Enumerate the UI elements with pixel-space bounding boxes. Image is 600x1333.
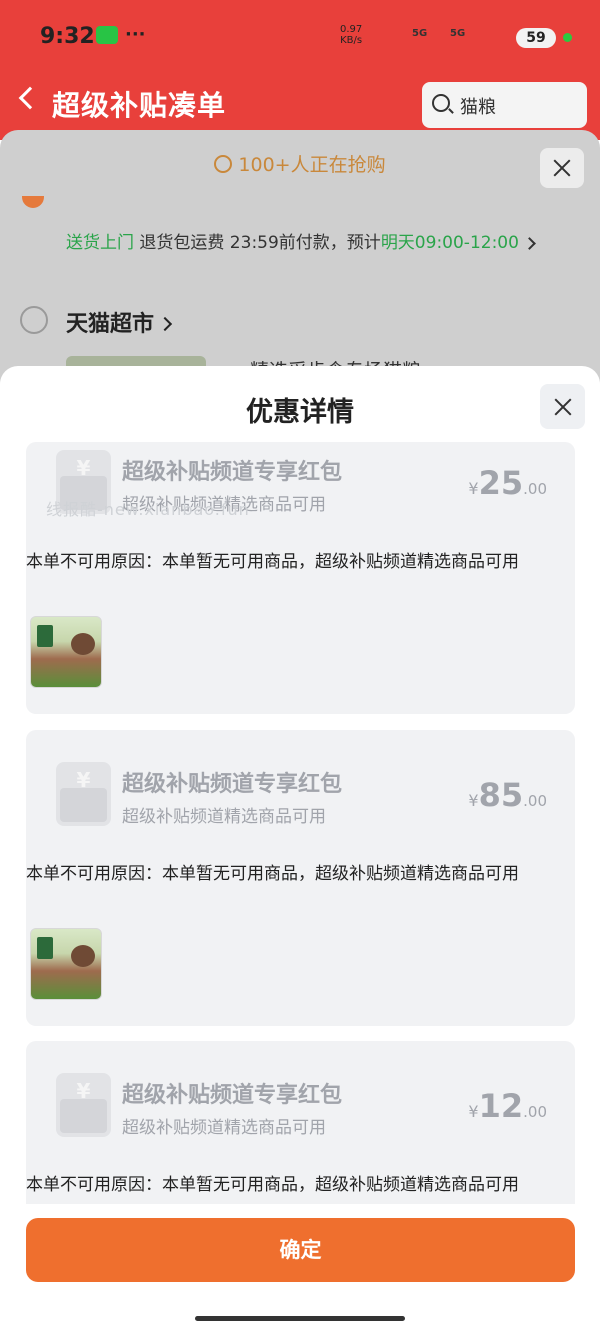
coupon-card: ¥ 超级补贴频道专享红包 超级补贴频道精选商品可用 ¥85.00 本单不可用原因… bbox=[26, 730, 575, 1026]
coupon-title: 超级补贴频道专享红包 bbox=[122, 460, 343, 485]
delivery-text: 退货包运费 23:59前付款，预计 bbox=[139, 233, 381, 253]
delivery-tag: 送货上门 bbox=[66, 233, 134, 253]
product-thumbnail[interactable] bbox=[30, 928, 102, 1000]
network-speed: 0.97 KB/s bbox=[340, 24, 362, 46]
promo-text: 100+人正在抢购 bbox=[238, 154, 386, 176]
alarm-clock-icon bbox=[214, 155, 233, 173]
signal-5g-1: 5G bbox=[412, 28, 428, 39]
coupon-title: 超级补贴频道专享红包 bbox=[122, 772, 343, 797]
privacy-indicator-icon bbox=[563, 33, 572, 42]
red-packet-icon: ¥ bbox=[56, 1073, 111, 1137]
promo-banner: 100+人正在抢购 bbox=[0, 150, 600, 177]
promo-close-button[interactable] bbox=[540, 148, 584, 188]
product-thumbnail[interactable] bbox=[30, 616, 102, 688]
coupon-list[interactable]: ¥ 超级补贴频道专享红包 超级补贴频道精选商品可用 ¥25.00 本单不可用原因… bbox=[0, 442, 600, 1204]
signal-5g-2: 5G bbox=[450, 28, 466, 39]
coupon-amount: ¥12.00 bbox=[468, 1087, 547, 1125]
top-bar: 9:32 ··· 0.97 KB/s 5G 5G 59 超级补贴凑单 猫粮 bbox=[0, 0, 600, 140]
coupon-amount: ¥85.00 bbox=[468, 776, 547, 814]
search-text: 猫粮 bbox=[460, 97, 496, 118]
coupon-card: ¥ 超级补贴频道专享红包 超级补贴频道精选商品可用 ¥25.00 本单不可用原因… bbox=[26, 442, 575, 714]
store-name[interactable]: 天猫超市 bbox=[66, 306, 173, 338]
coupon-subtitle: 超级补贴频道精选商品可用 bbox=[122, 807, 326, 827]
more-notifications-icon: ··· bbox=[125, 24, 146, 45]
wechat-icon bbox=[96, 26, 118, 44]
network-speed-unit: KB/s bbox=[340, 35, 363, 46]
watermark: 线报酷-new.xianbao.fun bbox=[46, 500, 250, 519]
coupon-title: 超级补贴频道专享红包 bbox=[122, 1083, 343, 1108]
page-title: 超级补贴凑单 bbox=[52, 89, 227, 122]
status-time: 9:32 bbox=[40, 24, 95, 49]
chevron-right-icon bbox=[523, 237, 536, 250]
delivery-eta: 明天09:00-12:00 bbox=[380, 233, 519, 253]
coupon-subtitle: 超级补贴频道精选商品可用 bbox=[122, 1118, 326, 1138]
store-radio[interactable] bbox=[20, 306, 48, 334]
unavailable-reason: 本单不可用原因：本单暂无可用商品，超级补贴频道精选商品可用 bbox=[26, 864, 519, 884]
search-icon bbox=[432, 94, 450, 112]
coupon-amount: ¥25.00 bbox=[468, 464, 547, 502]
modal-close-button[interactable] bbox=[540, 384, 585, 429]
unavailable-reason: 本单不可用原因：本单暂无可用商品，超级补贴频道精选商品可用 bbox=[26, 1175, 519, 1195]
modal-title: 优惠详情 bbox=[246, 397, 354, 428]
store-name-label: 天猫超市 bbox=[66, 312, 155, 337]
back-icon[interactable] bbox=[18, 86, 42, 110]
coupon-card: ¥ 超级补贴频道专享红包 超级补贴频道精选商品可用 ¥12.00 本单不可用原因… bbox=[26, 1041, 575, 1204]
battery-icon: 59 bbox=[516, 28, 556, 48]
search-box[interactable]: 猫粮 bbox=[422, 82, 587, 128]
home-indicator[interactable] bbox=[195, 1316, 405, 1321]
chevron-right-icon bbox=[157, 316, 173, 332]
delivery-info[interactable]: 送货上门 退货包运费 23:59前付款，预计明天09:00-12:00 bbox=[66, 228, 536, 253]
network-speed-value: 0.97 bbox=[340, 24, 363, 35]
unavailable-reason: 本单不可用原因：本单暂无可用商品，超级补贴频道精选商品可用 bbox=[26, 552, 519, 572]
red-packet-icon: ¥ bbox=[56, 762, 111, 826]
status-bar: 9:32 ··· 0.97 KB/s 5G 5G 59 bbox=[0, 0, 600, 70]
confirm-button[interactable]: 确定 bbox=[26, 1218, 575, 1282]
